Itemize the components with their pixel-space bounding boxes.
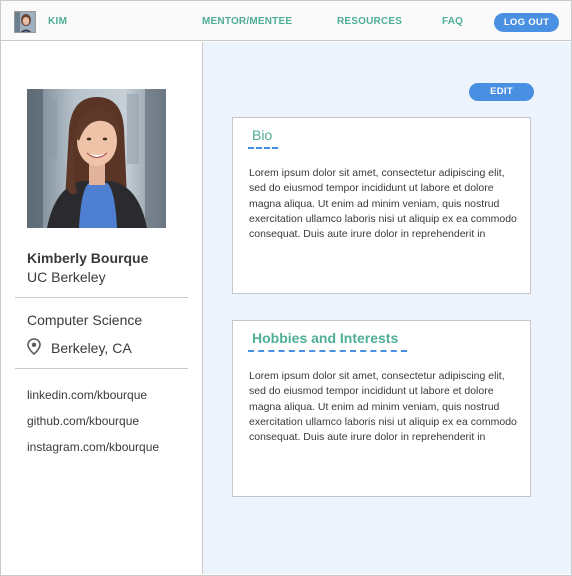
social-link-linkedin[interactable]: linkedin.com/kbourque <box>27 388 147 402</box>
bio-card: Bio Lorem ipsum dolor sit amet, consecte… <box>232 117 531 294</box>
nav-link-faq[interactable]: FAQ <box>442 16 463 27</box>
profile-school: UC Berkeley <box>27 269 106 285</box>
bio-title-underline <box>248 147 278 149</box>
hobbies-card: Hobbies and Interests Lorem ipsum dolor … <box>232 320 531 497</box>
profile-major: Computer Science <box>27 312 143 328</box>
nav-link-mentor-mentee[interactable]: MENTOR/MENTEE <box>202 16 292 27</box>
sidebar-divider <box>15 368 188 369</box>
hobbies-title-underline <box>248 350 407 352</box>
nav-username[interactable]: KIM <box>48 16 67 27</box>
profile-name: Kimberly Bourque <box>27 250 149 266</box>
map-pin-icon <box>27 338 41 356</box>
profile-sidebar: Kimberly Bourque UC Berkeley Computer Sc… <box>1 42 203 574</box>
social-link-instagram[interactable]: instagram.com/kbourque <box>27 440 159 454</box>
profile-photo <box>27 89 166 228</box>
hobbies-title: Hobbies and Interests <box>252 330 399 346</box>
logout-button[interactable]: LOG OUT <box>494 13 559 32</box>
sidebar-divider <box>15 297 188 298</box>
bio-title: Bio <box>252 127 273 143</box>
profile-location: Berkeley, CA <box>51 340 132 356</box>
bio-text: Lorem ipsum dolor sit amet, consectetur … <box>249 167 517 241</box>
nav-link-resources[interactable]: RESOURCES <box>337 16 402 27</box>
hobbies-text: Lorem ipsum dolor sit amet, consectetur … <box>249 370 517 444</box>
edit-button[interactable]: EDIT <box>469 83 534 101</box>
profile-main-panel: EDIT Bio Lorem ipsum dolor sit amet, con… <box>203 42 571 574</box>
top-nav-bar: KIM MENTOR/MENTEE RESOURCES FAQ LOG OUT <box>1 1 571 41</box>
user-avatar[interactable] <box>14 11 36 33</box>
social-link-github[interactable]: github.com/kbourque <box>27 414 139 428</box>
